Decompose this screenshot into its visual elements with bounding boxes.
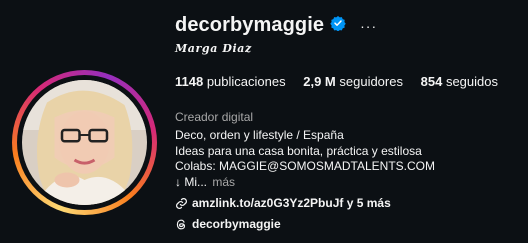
profile-bio: Deco, orden y lifestyle / España Ideas p… bbox=[175, 128, 435, 190]
threads-link[interactable]: decorbymaggie bbox=[175, 217, 281, 231]
followers-count[interactable]: 2,9 M seguidores bbox=[303, 74, 403, 89]
profile-avatar[interactable] bbox=[12, 70, 157, 215]
bio-truncated-line: ↓ Mi... más bbox=[175, 174, 236, 189]
link-icon bbox=[176, 197, 187, 209]
external-link[interactable]: amzlink.to/az0G3Yz2PbuJf y 5 más bbox=[175, 196, 391, 210]
verified-badge-icon bbox=[324, 15, 346, 36]
posts-count: 1148 publicaciones bbox=[175, 74, 286, 89]
following-count[interactable]: 854 seguidos bbox=[421, 74, 498, 89]
profile-category: Creador digital bbox=[175, 110, 254, 124]
profile-stats: 1148 publicaciones 2,9 M seguidores 854 … bbox=[175, 74, 512, 89]
more-options-icon[interactable]: ··· bbox=[360, 18, 377, 34]
profile-header: decorbymaggie ··· bbox=[175, 14, 377, 37]
bio-line: Ideas para una casa bonita, práctica y e… bbox=[175, 143, 422, 158]
bio-more-link[interactable]: más bbox=[212, 175, 235, 189]
threads-icon bbox=[176, 219, 186, 229]
external-link-text[interactable]: amzlink.to/az0G3Yz2PbuJf y 5 más bbox=[192, 196, 391, 210]
display-name: 𝑴𝒂𝒓𝒈𝒂 𝑫𝒊𝒂𝒛 bbox=[175, 42, 252, 55]
bio-line: Colabs: MAGGIE@SOMOSMADTALENTS.COM bbox=[175, 159, 435, 173]
avatar-photo bbox=[22, 80, 147, 205]
threads-handle[interactable]: decorbymaggie bbox=[192, 217, 281, 231]
username: decorbymaggie bbox=[175, 14, 325, 36]
bio-line: Deco, orden y lifestyle / España bbox=[175, 128, 344, 142]
